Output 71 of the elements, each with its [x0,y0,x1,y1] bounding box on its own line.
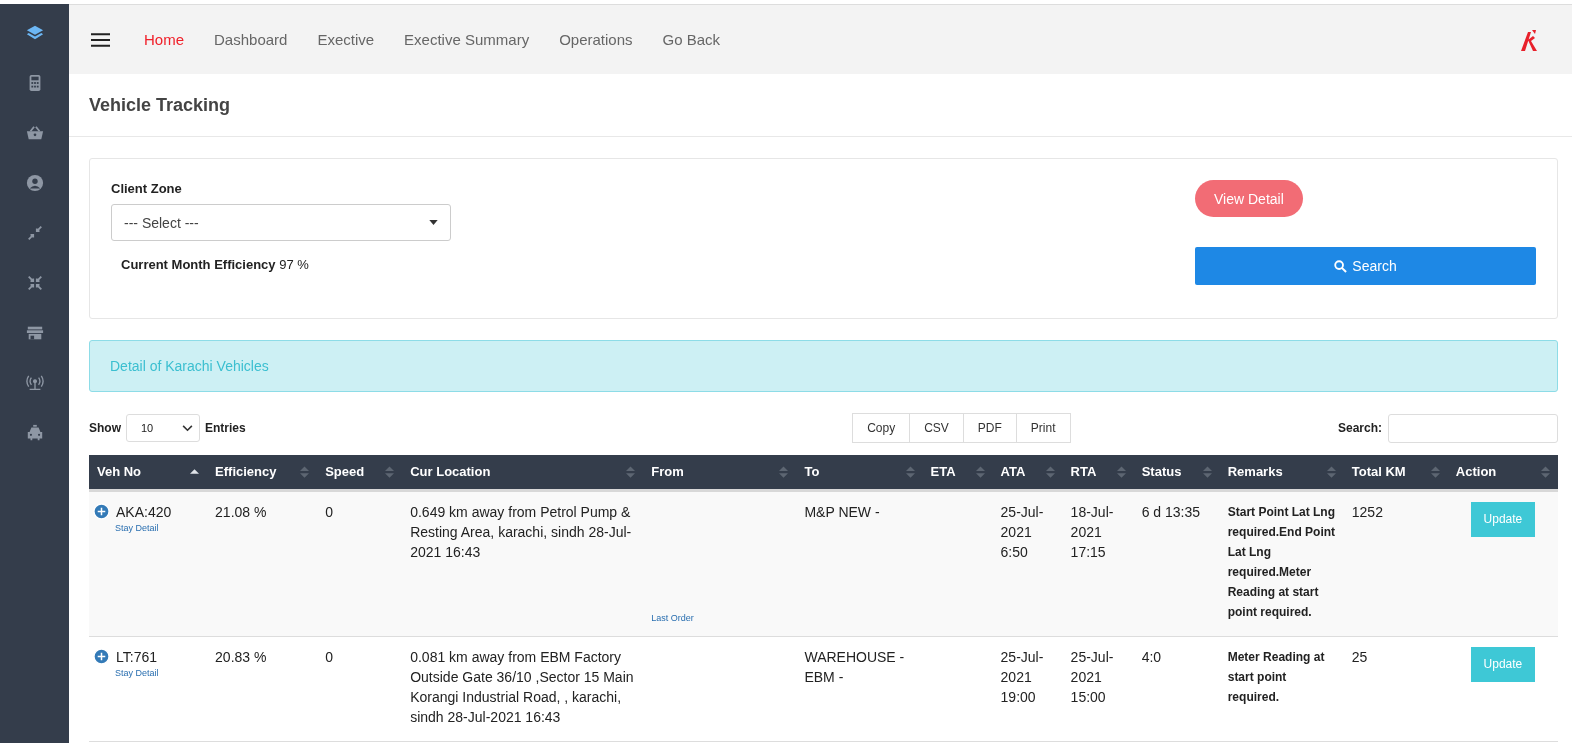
export-button[interactable]: Print [1015,413,1071,443]
table-cell: 4:0 [1141,648,1162,665]
stay-detail-link[interactable]: Stay Detail [115,521,200,534]
column-header[interactable]: ATA [992,455,1063,490]
table-cell: 0.081 km away from EBM Factory Outside Gate 36/10 ,Sector 15 Main Korangi Industrial Road, , karachi, sindh 28-Jul-2021 16:43 [410,648,634,725]
table-cell: 18-Jul-2021 17:15 [1070,503,1114,560]
column-header[interactable]: Action [1447,455,1558,490]
table-cell-text: AKA:420 [116,502,172,522]
export-button[interactable]: CSV [909,413,964,443]
search-field[interactable] [1388,413,1558,443]
search-label: Search: [1337,421,1382,435]
user-circle-icon[interactable] [25,174,44,192]
column-header[interactable]: Total KM [1343,455,1448,490]
table-cell-text: Start Point Lat Lng required.End Point Lat Lng required.Meter Reading at start point required. [1227,503,1336,621]
export-button[interactable]: Copy [852,413,911,443]
expand-icon[interactable] [93,503,110,520]
column-header[interactable]: Status [1133,455,1220,490]
column-header[interactable]: From [643,455,797,490]
column-header[interactable]: Remarks [1219,455,1344,490]
column-header[interactable]: Speed [317,455,403,490]
client-zone-select[interactable]: --- Select --- [111,204,451,241]
search-button[interactable]: Search [1195,247,1536,285]
stay-detail-link[interactable]: Stay Detail [115,666,200,679]
compress-arrows-icon[interactable] [25,224,44,242]
nav-link[interactable]: Exective Summary [404,31,530,48]
table-cell: 20.83 % [215,648,267,665]
column-header[interactable]: Veh No [89,455,208,490]
nav-link[interactable]: Dashboard [214,31,288,48]
last-order-link[interactable]: Last Order [651,611,789,624]
nav-link[interactable]: Go Back [662,31,721,48]
field-label: Client Zone [111,181,183,196]
column-header[interactable]: Cur Location [402,455,644,490]
table-cell: 25 [1351,648,1368,665]
table-cell: 1252 [1351,503,1383,520]
column-header[interactable]: RTA [1062,455,1134,490]
nav-link[interactable]: Home [144,31,184,48]
expand-icon[interactable] [93,648,110,665]
column-header[interactable]: Efficiency [207,455,318,490]
page-size-select[interactable]: 10 [126,414,200,442]
table-cell: 21.08 % [215,503,267,520]
column-header[interactable]: To [796,455,923,490]
table-cell: 0 [325,648,333,665]
store-icon[interactable] [25,324,44,342]
table-cell: 0.649 km away from Petrol Pump & Resting Area, karachi, sindh 28-Jul-2021 16:43 [410,503,632,560]
collapse-arrows-icon[interactable] [25,274,44,292]
page-title: Vehicle Tracking [89,94,231,116]
table-cell-text: Meter Reading at start point required. [1227,648,1326,706]
show-label: Show [89,421,121,435]
table-cell: 0 [325,503,333,520]
basket-icon[interactable] [25,124,44,142]
layers-icon[interactable] [25,24,44,42]
export-button[interactable]: PDF [962,413,1017,443]
alert-text: Detail of Karachi Vehicles [110,358,269,374]
table-cell: 25-Jul-2021 6:50 [1000,503,1044,560]
column-header[interactable]: ETA [922,455,993,490]
table-cell: WAREHOUSE - EBM - [804,648,905,685]
nav-link[interactable]: Exective [317,31,375,48]
chevron-down-icon [182,424,193,432]
broadcast-icon[interactable] [25,374,44,392]
table-cell: 25-Jul-2021 19:00 [1000,648,1044,705]
table-cell: M&P NEW - [804,503,880,520]
efficiency-text: Current Month Efficiency 97 % [120,257,310,272]
caret-icon [429,220,438,225]
menu-icon[interactable] [91,32,110,47]
nav-link[interactable]: Operations [559,31,633,48]
entries-label: Entries [205,421,246,435]
search-icon [1334,259,1348,273]
table-cell-text: LT:761 [116,647,157,667]
table-cell: 25-Jul-2021 15:00 [1070,648,1114,705]
taxi-icon[interactable] [25,424,44,442]
table-cell: 6 d 13:35 [1141,503,1201,520]
